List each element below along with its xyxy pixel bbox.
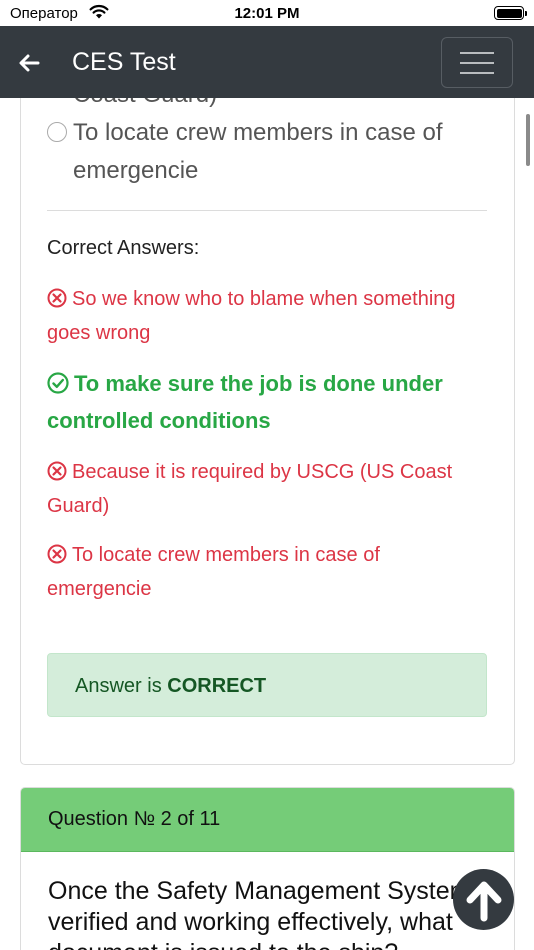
answer-option-label: To locate crew members in case of emerge…: [73, 119, 443, 184]
main-content: Coast Guard) To locate crew members in c…: [0, 98, 534, 950]
result-value: CORRECT: [167, 675, 267, 697]
hamburger-menu-icon: [460, 52, 494, 54]
answer-text: To locate crew members in case of emerge…: [47, 544, 380, 600]
x-circle-icon: [47, 543, 67, 574]
answer-text: Because it is required by USCG (US Coast…: [47, 461, 453, 517]
arrow-left-icon: [19, 54, 40, 72]
result-alert: Answer is CORRECT: [47, 653, 487, 717]
question-card: Question № 2 of 11 Once the Safety Manag…: [20, 787, 515, 950]
answer-option[interactable]: Coast Guard): [73, 98, 217, 114]
status-bar: Оператор 12:01 PM: [0, 0, 534, 26]
clock: 12:01 PM: [234, 5, 300, 22]
answer-result-incorrect: So we know who to blame when something g…: [47, 284, 477, 349]
page-title: CES Test: [72, 48, 176, 76]
hamburger-line: [460, 62, 494, 64]
arrow-up-icon: [466, 881, 502, 922]
hamburger-line: [460, 72, 494, 74]
result-prefix: Answer is: [75, 675, 162, 697]
answer-result-correct: To make sure the job is done under contr…: [47, 367, 477, 438]
divider: [47, 210, 487, 211]
x-circle-icon: [47, 460, 67, 491]
check-circle-icon: [47, 370, 69, 404]
question-number: Question № 2 of 11: [48, 808, 221, 830]
correct-answers-label: Correct Answers:: [47, 237, 200, 259]
scroll-to-top-button[interactable]: [453, 869, 514, 930]
question-text: Once the Safety Management System is ver…: [48, 877, 495, 950]
answer-result-incorrect: Because it is required by USCG (US Coast…: [47, 457, 477, 522]
menu-toggle-button[interactable]: [441, 37, 513, 88]
top-navbar: CES Test: [0, 26, 534, 98]
question-header: Question № 2 of 11: [21, 788, 514, 852]
back-button[interactable]: [16, 50, 44, 76]
answer-text: So we know who to blame when something g…: [47, 288, 456, 344]
answer-text: To make sure the job is done under contr…: [47, 371, 443, 433]
x-circle-icon: [47, 287, 67, 318]
answer-result-incorrect: To locate crew members in case of emerge…: [47, 540, 477, 605]
radio-button[interactable]: [47, 122, 67, 142]
battery-icon: [494, 6, 527, 20]
